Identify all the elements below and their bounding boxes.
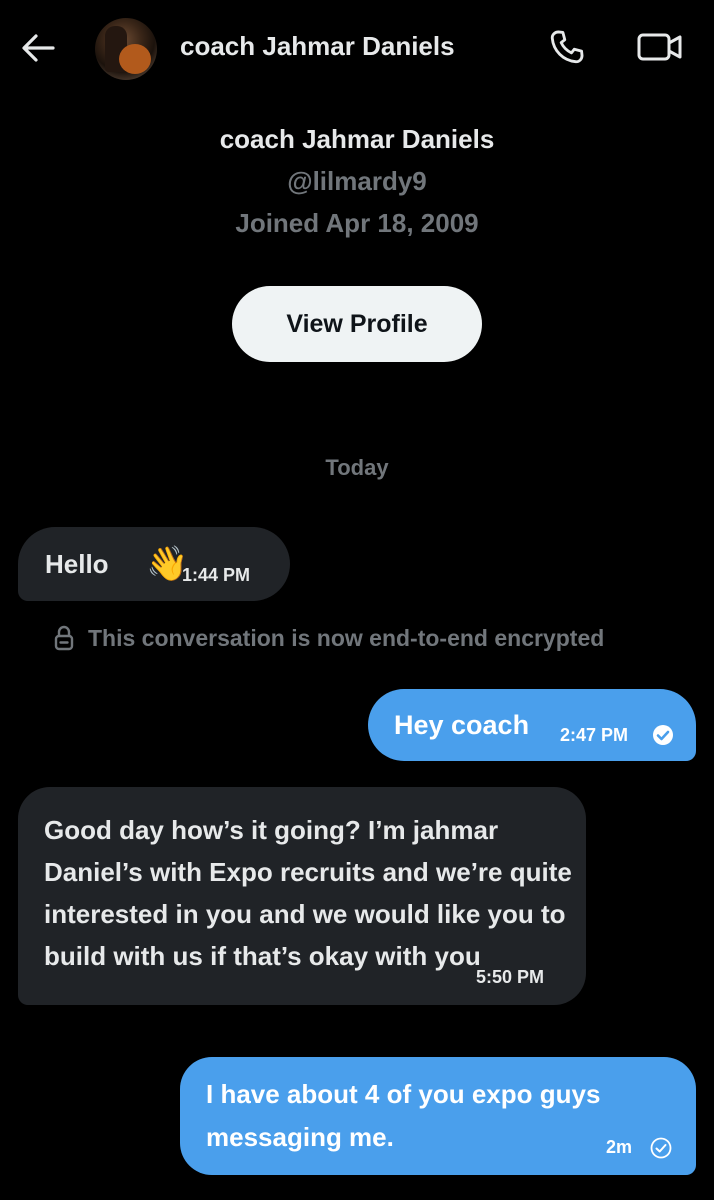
call-button[interactable] xyxy=(546,26,588,68)
profile-summary: coach Jahmar Daniels @lilmardy9 Joined A… xyxy=(0,118,714,244)
arrow-left-icon xyxy=(22,34,55,62)
message-bubble-incoming[interactable]: Good day how’s it going? I’m jahmar Dani… xyxy=(18,787,586,1005)
message-bubble-incoming[interactable]: Hello 👋 1:44 PM xyxy=(18,527,290,601)
video-camera-icon xyxy=(637,33,682,61)
phone-icon xyxy=(550,30,584,64)
avatar[interactable] xyxy=(95,18,157,80)
sent-check-icon xyxy=(650,1137,672,1159)
view-profile-button[interactable]: View Profile xyxy=(232,286,482,362)
read-check-icon xyxy=(653,725,673,745)
message-bubble-outgoing[interactable]: Hey coach 2:47 PM xyxy=(368,689,696,761)
back-button[interactable] xyxy=(18,28,58,68)
message-text: Good day how’s it going? I’m jahmar Dani… xyxy=(44,815,572,971)
profile-handle: @lilmardy9 xyxy=(287,166,427,196)
message-time: 2m xyxy=(606,1137,633,1157)
profile-joined-date: Joined Apr 18, 2009 xyxy=(235,208,479,238)
message-text: Hello xyxy=(45,549,109,579)
day-separator: Today xyxy=(325,455,389,480)
message-time: 5:50 PM xyxy=(476,967,545,987)
header-contact-name[interactable]: coach Jahmar Daniels xyxy=(180,31,455,62)
lock-icon xyxy=(52,624,76,652)
message-text: Hey coach xyxy=(394,710,530,740)
message-time: 1:44 PM xyxy=(182,565,251,585)
message-time: 2:47 PM xyxy=(560,725,629,745)
encryption-notice: This conversation is now end-to-end encr… xyxy=(52,624,604,652)
conversation-header: coach Jahmar Daniels xyxy=(0,0,714,96)
profile-name: coach Jahmar Daniels xyxy=(219,124,495,154)
video-call-button[interactable] xyxy=(636,26,684,68)
encryption-notice-text: This conversation is now end-to-end encr… xyxy=(88,624,605,651)
message-bubble-outgoing[interactable]: I have about 4 of you expo guys messagin… xyxy=(180,1057,696,1175)
